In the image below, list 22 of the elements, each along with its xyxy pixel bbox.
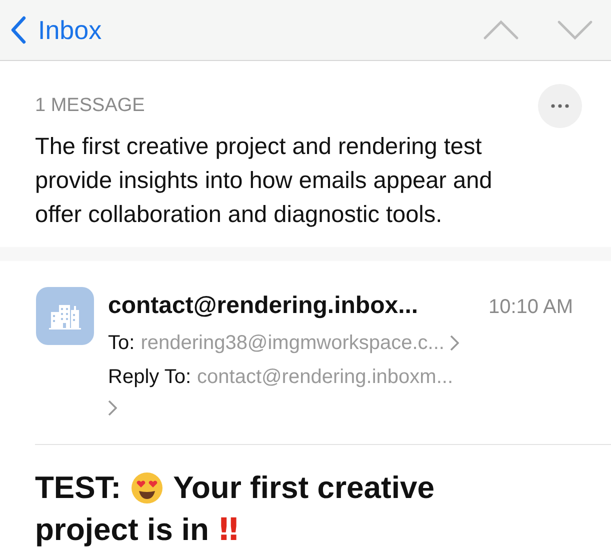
subject-text: Your first creative — [173, 469, 434, 507]
to-label: To: — [108, 331, 135, 356]
double-exclamation-mark: ‼ — [218, 511, 238, 550]
sender-address: contact@rendering.inbox... — [108, 291, 418, 321]
thread-summary: The first creative project and rendering test provide insights into how emails appear and offer collaboration and diagnostic tools. — [35, 132, 494, 229]
back-button[interactable]: Inbox — [10, 10, 102, 50]
subject-text: TEST: — [35, 469, 122, 507]
recipient-address[interactable]: rendering38@imgmworkspace.c... — [140, 328, 444, 358]
back-chevron-icon — [10, 16, 26, 44]
message-count: 1 MESSAGE — [35, 94, 145, 118]
more-button[interactable] — [538, 84, 582, 128]
chevron-up-icon[interactable] — [483, 20, 519, 40]
message-time: 10:10 AM — [488, 295, 573, 320]
heart-eyes-face-icon — [131, 472, 164, 504]
reply-to-address[interactable]: contact@rendering.inboxm... — [197, 362, 454, 392]
chevron-right-icon[interactable] — [450, 335, 460, 351]
subject-text: project is in — [35, 511, 209, 549]
buildings-icon — [49, 302, 81, 330]
chevron-down-icon[interactable] — [557, 20, 593, 40]
reply-to-label: Reply To: — [108, 365, 192, 390]
chevron-right-icon[interactable] — [108, 400, 117, 416]
more-icon — [551, 104, 569, 108]
